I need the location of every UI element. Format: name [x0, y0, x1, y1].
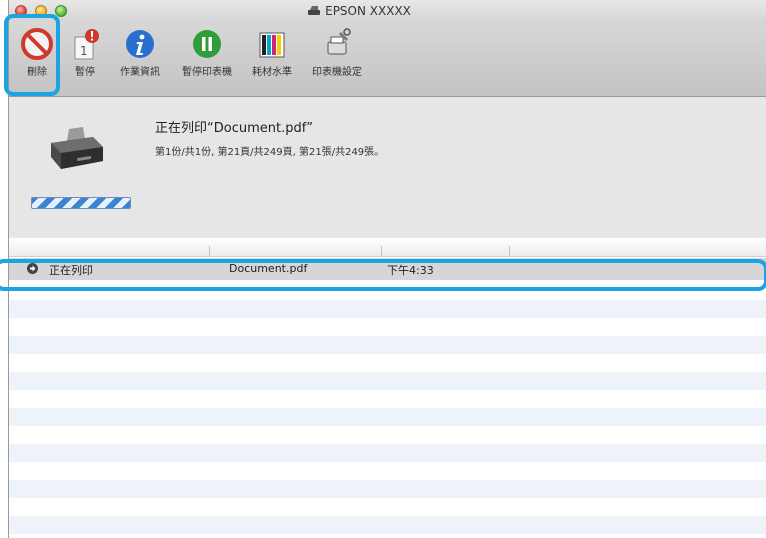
- empty-row: [9, 498, 766, 516]
- printer-image: [51, 127, 103, 169]
- printer-settings-icon: [327, 28, 351, 55]
- job-status-panel: 正在列印“Document.pdf” 第1份/共1份, 第21頁/共249頁, …: [9, 97, 766, 237]
- empty-row: [9, 516, 766, 534]
- delete-button-highlight: [4, 14, 60, 96]
- pause-printer-button[interactable]: 暫停印表機: [173, 28, 241, 78]
- pause-job-icon: 1: [74, 29, 99, 60]
- title-bar: EPSON XXXXX: [9, 0, 766, 22]
- job-info-button[interactable]: 作業資訊: [111, 28, 169, 78]
- empty-row: [9, 354, 766, 372]
- pause-printer-label: 暫停印表機: [182, 67, 232, 78]
- job-list-header: [9, 238, 766, 257]
- supply-levels-button[interactable]: 耗材水準: [245, 28, 299, 78]
- empty-row: [9, 300, 766, 318]
- printer-settings-label: 印表機設定: [312, 67, 362, 78]
- window-title-area: EPSON XXXXX: [209, 4, 509, 18]
- supply-levels-icon: [259, 32, 285, 58]
- supply-levels-label: 耗材水準: [252, 67, 292, 78]
- empty-row: [9, 480, 766, 498]
- svg-text:1: 1: [80, 44, 88, 58]
- progress-text: 第1份/共1份, 第21頁/共249頁, 第21張/共249張。: [155, 147, 385, 158]
- empty-row: [9, 426, 766, 444]
- empty-row: [9, 462, 766, 480]
- printer-icon: [308, 6, 321, 15]
- job-row-highlight: [0, 259, 766, 291]
- toolbar: 刪除 1 暫停 作業資訊 暫停印表機 耗材水準 印表機設定: [9, 22, 766, 97]
- empty-row: [9, 390, 766, 408]
- empty-row: [9, 408, 766, 426]
- pause-job-label: 暫停: [75, 67, 95, 78]
- printer-settings-button[interactable]: 印表機設定: [305, 28, 369, 78]
- window-title: EPSON XXXXX: [325, 4, 411, 18]
- pause-job-button[interactable]: 1 暫停: [65, 28, 105, 78]
- empty-row: [9, 372, 766, 390]
- document-title: 正在列印“Document.pdf”: [155, 121, 314, 136]
- job-info-label: 作業資訊: [120, 67, 160, 78]
- empty-row: [9, 444, 766, 462]
- info-icon: [126, 30, 154, 58]
- progress-bar: [31, 197, 131, 209]
- empty-row: [9, 318, 766, 336]
- empty-row: [9, 336, 766, 354]
- pause-printer-icon: [193, 30, 221, 58]
